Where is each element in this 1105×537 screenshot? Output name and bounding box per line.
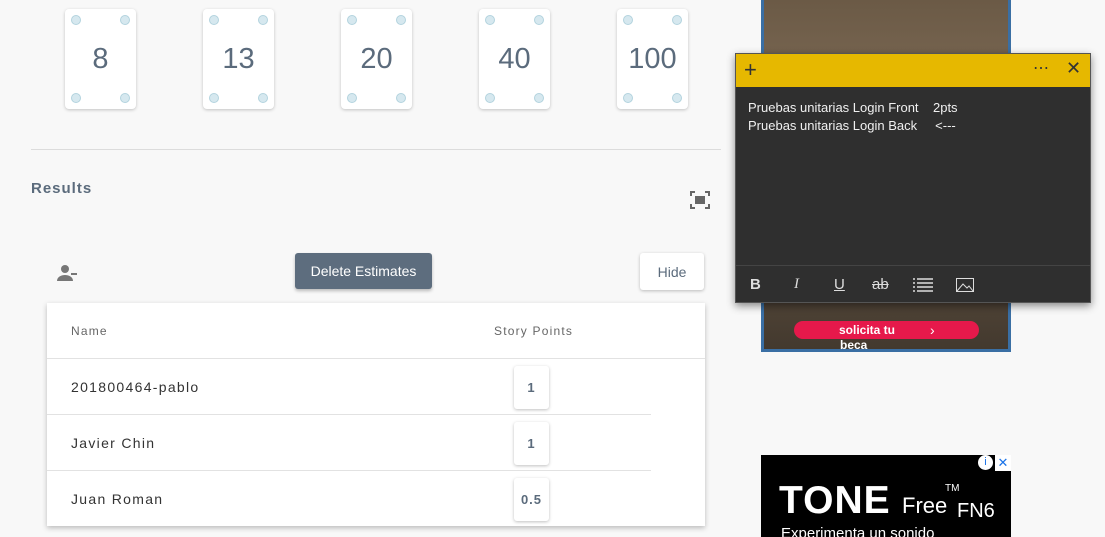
note-line: Pruebas unitarias Login Front 2pts	[748, 100, 958, 115]
row-points-card: 1	[514, 422, 549, 465]
card-pip-icon	[120, 93, 130, 103]
estimate-card-40[interactable]: 40	[479, 9, 550, 109]
strikethrough-button[interactable]: ab	[872, 276, 889, 293]
note-line: Pruebas unitarias Login Back <---	[748, 118, 956, 133]
card-pip-icon	[209, 93, 219, 103]
card-pip-icon	[71, 93, 81, 103]
row-points-card: 0.5	[514, 478, 549, 521]
ad-cta-button[interactable]: solicita tu	[794, 321, 979, 339]
ad-trademark: TM	[945, 483, 960, 494]
fullscreen-icon[interactable]	[690, 191, 710, 209]
card-pip-icon	[347, 93, 357, 103]
ad-tagline: Experimenta un sonido	[781, 525, 935, 537]
close-icon[interactable]: ✕	[1066, 58, 1081, 79]
card-value: 8	[92, 42, 109, 75]
format-toolbar: B I U ab	[736, 265, 1090, 303]
card-pip-icon	[534, 93, 544, 103]
row-points-card: 1	[514, 366, 549, 409]
ad-cta-text: beca	[840, 338, 868, 352]
underline-button[interactable]: U	[834, 276, 845, 293]
ad-model: FN6	[957, 500, 995, 522]
card-pip-icon	[534, 15, 544, 25]
more-options-icon[interactable]: ⋯	[1033, 58, 1050, 78]
row-name: 201800464-pablo	[71, 379, 200, 395]
results-table: Name Story Points 201800464-pablo 1 Javi…	[47, 303, 705, 526]
card-pip-icon	[623, 15, 633, 25]
advertisement-banner[interactable]: i ✕ TONE Free TM FN6 Experimenta un soni…	[761, 455, 1011, 537]
ad-subbrand: Free	[902, 493, 948, 518]
row-name: Juan Roman	[71, 491, 164, 507]
sticky-note-body[interactable]: Pruebas unitarias Login Front 2pts Prueba…	[736, 87, 1090, 147]
ad-info-icon[interactable]: i	[978, 455, 993, 470]
card-pip-icon	[209, 15, 219, 25]
results-heading: Results	[31, 180, 93, 197]
column-header-story-points: Story Points	[494, 324, 574, 338]
card-pip-icon	[672, 93, 682, 103]
estimate-card-13[interactable]: 13	[203, 9, 274, 109]
row-name: Javier Chin	[71, 435, 156, 451]
estimate-card-20[interactable]: 20	[341, 9, 412, 109]
card-value: 40	[498, 42, 531, 75]
card-pip-icon	[672, 15, 682, 25]
list-icon[interactable]	[913, 278, 933, 292]
bold-button[interactable]: B	[750, 276, 761, 293]
ad-brand: TONE	[779, 479, 891, 522]
card-pip-icon	[120, 15, 130, 25]
sticky-note-window[interactable]: + ⋯ ✕ Pruebas unitarias Login Front 2pts…	[735, 53, 1091, 303]
card-pip-icon	[485, 15, 495, 25]
card-value: 13	[222, 42, 255, 75]
hide-button[interactable]: Hide	[640, 253, 704, 290]
italic-button[interactable]: I	[794, 276, 799, 293]
section-divider	[31, 149, 721, 150]
delete-estimates-button[interactable]: Delete Estimates	[295, 253, 432, 289]
card-pip-icon	[258, 93, 268, 103]
remove-user-icon[interactable]	[56, 264, 78, 282]
image-icon[interactable]	[956, 278, 974, 292]
card-value: 20	[360, 42, 393, 75]
table-row: Juan Roman 0.5	[47, 471, 651, 527]
card-value: 100	[628, 42, 677, 75]
card-pip-icon	[258, 15, 268, 25]
column-header-name: Name	[71, 324, 108, 338]
card-pip-icon	[396, 93, 406, 103]
ad-close-icon[interactable]: ✕	[995, 455, 1011, 471]
card-pip-icon	[396, 15, 406, 25]
chevron-right-icon: ›	[930, 322, 935, 338]
add-note-icon[interactable]: +	[744, 59, 757, 81]
card-pip-icon	[347, 15, 357, 25]
table-row: 201800464-pablo 1	[47, 359, 651, 415]
estimate-card-100[interactable]: 100	[617, 9, 688, 109]
card-pip-icon	[623, 93, 633, 103]
card-pip-icon	[485, 93, 495, 103]
sticky-note-titlebar[interactable]: + ⋯ ✕	[736, 54, 1090, 87]
estimate-card-8[interactable]: 8	[65, 9, 136, 109]
card-pip-icon	[71, 15, 81, 25]
table-row: Javier Chin 1	[47, 415, 651, 471]
